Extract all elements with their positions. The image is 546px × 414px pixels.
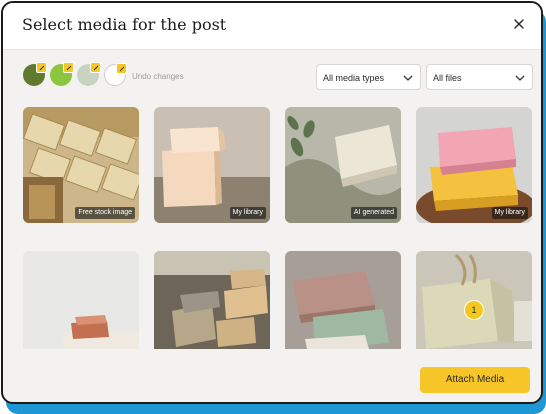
close-icon[interactable] (509, 14, 529, 34)
soap-photo (23, 107, 139, 223)
media-tile[interactable] (23, 251, 139, 349)
media-tile[interactable]: 1 (416, 251, 532, 349)
media-tile[interactable]: AI generated (285, 107, 401, 223)
undo-changes-link[interactable]: Undo changes (132, 72, 184, 81)
dialog-header: Select media for the post (3, 3, 541, 50)
edit-pencil-icon (36, 62, 47, 73)
swatch-sage[interactable] (77, 62, 101, 86)
selection-order-badge: 1 (464, 300, 484, 320)
files-value: All files (433, 73, 462, 83)
swatch-lime[interactable] (50, 62, 74, 86)
media-dialog: Select media for the post Undo changes A… (1, 1, 543, 404)
soap-photo (416, 107, 532, 223)
media-type-value: All media types (323, 73, 385, 83)
chevron-down-icon (403, 75, 413, 81)
edit-pencil-icon (116, 63, 127, 74)
soap-photo (285, 107, 401, 223)
dialog-title: Select media for the post (22, 15, 227, 34)
swatch-olive[interactable] (23, 62, 47, 86)
swatch-white[interactable] (104, 63, 127, 86)
media-tile[interactable] (285, 251, 401, 349)
media-tile[interactable]: My library (154, 107, 270, 223)
soap-photo (154, 107, 270, 223)
media-source-tag: Free stock image (75, 207, 135, 219)
files-select[interactable]: All files (426, 64, 533, 90)
soap-photo (154, 251, 270, 349)
attach-media-button[interactable]: Attach Media (420, 367, 530, 393)
media-source-tag: My library (229, 207, 266, 219)
edit-pencil-icon (90, 62, 101, 73)
chevron-down-icon (515, 75, 525, 81)
media-tile[interactable]: My library (416, 107, 532, 223)
media-type-select[interactable]: All media types (316, 64, 421, 90)
soap-photo (23, 251, 139, 349)
media-tile[interactable]: Free stock image (23, 107, 139, 223)
media-source-tag: My library (491, 207, 528, 219)
soap-photo (285, 251, 401, 349)
media-source-tag: AI generated (350, 207, 397, 219)
edit-pencil-icon (63, 62, 74, 73)
media-tile[interactable] (154, 251, 270, 349)
